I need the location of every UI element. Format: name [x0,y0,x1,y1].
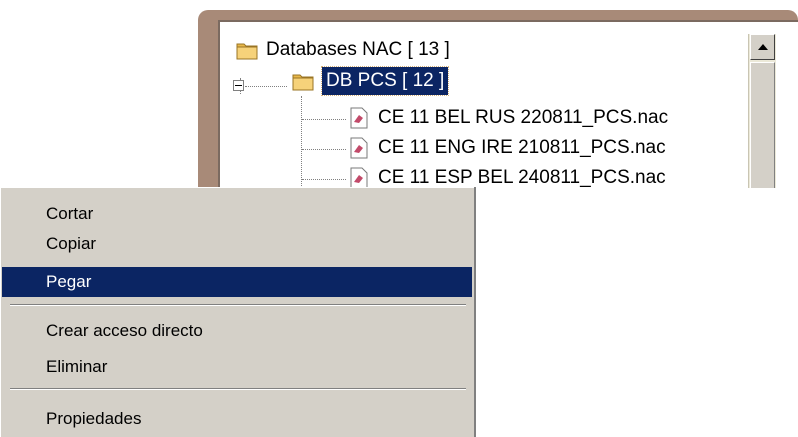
nac-file-icon [350,167,368,189]
folder-icon [292,74,314,91]
nac-file-icon [350,137,368,159]
folder-icon [236,43,258,60]
scrollbar-thumb[interactable] [750,62,775,188]
menu-item-cortar[interactable]: Cortar [2,199,472,229]
tree-connector [302,149,346,150]
menu-item-propiedades[interactable]: Propiedades [2,404,472,434]
tree-file-item[interactable]: CE 11 ENG IRE 210811_PCS.nac [350,134,666,162]
scroll-up-arrow-icon [757,44,768,50]
tree-node-label-selected: DB PCS [ 12 ] [320,66,450,96]
tree-connector [245,86,287,87]
menu-item-eliminar[interactable]: Eliminar [2,352,472,382]
tree-file-item[interactable]: CE 11 BEL RUS 220811_PCS.nac [350,104,668,132]
tree-node-root[interactable]: Databases NAC [ 13 ] [236,36,450,64]
menu-separator [10,304,466,306]
tree-connector [301,96,302,188]
context-menu: Cortar Copiar Pegar Crear acceso directo… [0,187,476,437]
vertical-scrollbar[interactable] [748,34,776,188]
menu-item-pegar[interactable]: Pegar [2,267,472,297]
tree-file-label: CE 11 BEL RUS 220811_PCS.nac [378,107,669,128]
tree-file-label: CE 11 ENG IRE 210811_PCS.nac [378,137,666,158]
menu-item-crear-acceso-directo[interactable]: Crear acceso directo [2,316,472,346]
menu-item-copiar[interactable]: Copiar [2,229,472,259]
tree-connector [302,179,346,180]
scroll-up-button[interactable] [750,34,775,60]
tree-collapse-icon[interactable] [233,80,244,91]
nac-file-icon [350,107,368,129]
menu-separator [10,388,466,390]
tree-node-label: Databases NAC [ 13 ] [266,39,450,60]
tree-node-db-pcs[interactable]: DB PCS [ 12 ] [292,66,450,96]
tree-connector [302,119,346,120]
